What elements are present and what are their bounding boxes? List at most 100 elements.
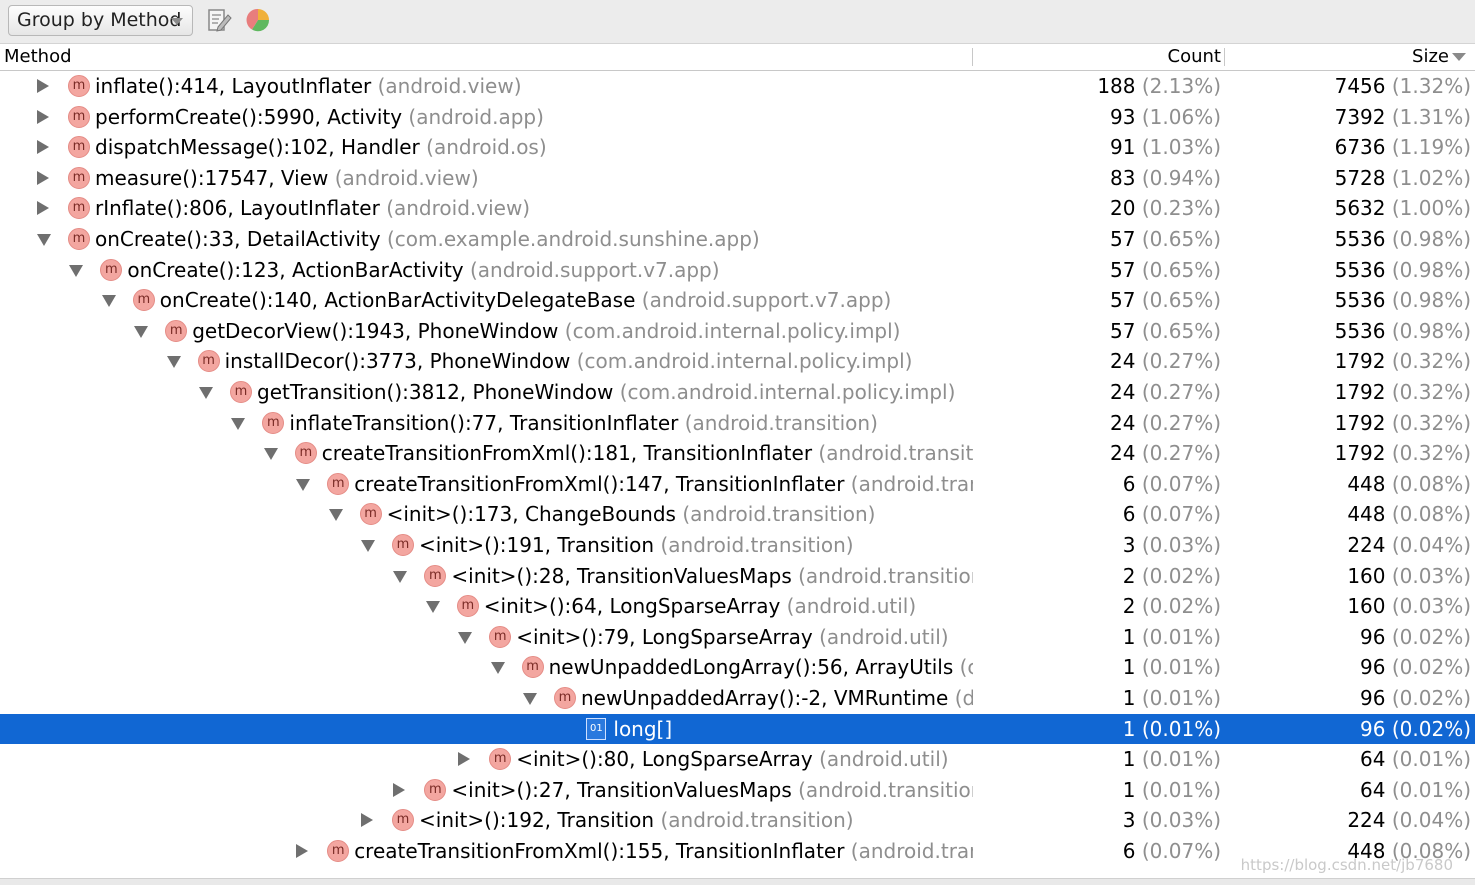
size-percent: (0.32%) (1391, 380, 1471, 404)
collapse-triangle-icon[interactable] (37, 140, 49, 154)
tree-row[interactable]: m dispatchMessage():102, Handler (android… (0, 132, 1475, 162)
count-value: 24 (1110, 349, 1136, 373)
allocation-tree: m inflate():414, LayoutInflater (android.… (0, 71, 1475, 885)
collapse-triangle-icon[interactable] (393, 783, 406, 797)
expand-triangle-icon[interactable] (69, 265, 84, 277)
tree-row[interactable]: m <init>():27, TransitionValuesMaps (andr… (0, 775, 1475, 805)
method-label: <init>():64, LongSparseArray (android.ut… (484, 591, 916, 621)
size-value: 224 (1347, 808, 1386, 832)
tree-row[interactable]: m <init>():192, Transition (android.trans… (0, 805, 1475, 835)
method-name: onCreate():140, ActionBarActivityDelegat… (159, 288, 636, 312)
method-icon: m (68, 167, 90, 189)
collapse-triangle-icon[interactable] (37, 201, 49, 215)
tree-row[interactable]: m <init>():64, LongSparseArray (android.u… (0, 591, 1475, 621)
tree-row[interactable]: m inflateTransition():77, TransitionInfla… (0, 408, 1475, 438)
column-header-method[interactable]: Method (4, 44, 72, 70)
package-name: (android.transition) (660, 808, 854, 832)
expand-triangle-icon[interactable] (393, 571, 408, 583)
tree-row[interactable]: m inflate():414, LayoutInflater (android.… (0, 71, 1475, 101)
method-icon: m (262, 412, 285, 434)
method-icon: m (456, 595, 479, 617)
tree-row[interactable]: m performCreate():5990, Activity (android… (0, 102, 1475, 132)
method-cell: m createTransitionFromXml():155, Transiti… (0, 836, 973, 866)
expand-triangle-icon[interactable] (37, 234, 51, 246)
tree-row[interactable]: m onCreate():140, ActionBarActivityDelega… (0, 285, 1475, 315)
method-cell: mnewUnpaddedArray():-2, VMRuntime (dalv (0, 683, 973, 713)
count-percent: (2.13%) (1141, 74, 1221, 98)
count-value: 1 (1122, 778, 1136, 802)
collapse-triangle-icon[interactable] (361, 813, 373, 827)
collapse-triangle-icon[interactable] (37, 79, 49, 93)
tree-row[interactable]: m onCreate():33, DetailActivity (com.exam… (0, 224, 1475, 254)
expand-triangle-icon[interactable] (166, 356, 181, 368)
column-header-size[interactable]: Size (1412, 44, 1449, 70)
expand-triangle-icon[interactable] (458, 632, 473, 644)
tree-row[interactable]: m <init>():80, LongSparseArray (android.u… (0, 744, 1475, 774)
tree-row[interactable]: m <init>():191, Transition (android.trans… (0, 530, 1475, 560)
sort-descending-icon[interactable] (1452, 53, 1466, 61)
tree-row[interactable]: m measure():17547, View (android.view) 83 … (0, 163, 1475, 193)
tree-row[interactable]: mnewUnpaddedArray():-2, VMRuntime (dalv 1… (0, 683, 1475, 713)
tree-row[interactable]: m newUnpaddedLongArray():56, ArrayUtils (… (0, 652, 1475, 682)
tree-row[interactable]: m <init>():79, LongSparseArray (android.u… (0, 622, 1475, 652)
size-value: 5536 (1334, 319, 1386, 343)
expand-triangle-icon[interactable] (425, 601, 440, 613)
count-cell: 1 (0.01%) (1123, 622, 1221, 652)
size-cell: 224 (0.04%) (1347, 805, 1471, 835)
count-value: 3 (1122, 533, 1136, 557)
tree-row[interactable]: m installDecor():3773, PhoneWindow (com.a… (0, 346, 1475, 376)
method-icon: m (68, 197, 90, 219)
group-by-dropdown[interactable]: Group by Method (8, 5, 193, 36)
column-divider[interactable] (972, 48, 973, 66)
expand-triangle-icon[interactable] (134, 326, 149, 338)
expand-triangle-icon[interactable] (231, 418, 246, 430)
count-value: 3 (1122, 808, 1136, 832)
tree-row[interactable]: m getTransition():3812, PhoneWindow (com.… (0, 377, 1475, 407)
count-value: 2 (1122, 594, 1136, 618)
package-name: (com.android.internal.policy.impl) (564, 319, 901, 343)
collapse-triangle-icon[interactable] (37, 110, 49, 124)
method-name: createTransitionFromXml():147, Transitio… (354, 472, 845, 496)
tree-row[interactable]: m onCreate():123, ActionBarActivity (andr… (0, 255, 1475, 285)
method-label: <init>():191, Transition (android.transi… (419, 530, 854, 560)
count-percent: (0.07%) (1141, 839, 1221, 863)
tree-row[interactable]: m createTransitionFromXml():181, Transiti… (0, 438, 1475, 468)
expand-triangle-icon[interactable] (328, 509, 343, 521)
tree-row[interactable]: 01 long[] 1 (0.01%) 96 (0.02%) (0, 714, 1475, 744)
size-percent: (0.01%) (1391, 747, 1471, 771)
collapse-triangle-icon[interactable] (37, 171, 49, 185)
method-cell: m getDecorView():1943, PhoneWindow (com.a… (0, 316, 973, 346)
method-icon: m (327, 473, 350, 495)
count-percent: (0.01%) (1141, 655, 1221, 679)
size-percent: (0.32%) (1391, 441, 1471, 465)
pie-chart-icon[interactable] (244, 6, 272, 34)
expand-triangle-icon[interactable] (361, 540, 375, 552)
tree-row[interactable]: m createTransitionFromXml():147, Transiti… (0, 469, 1475, 499)
collapse-triangle-icon[interactable] (458, 752, 471, 766)
tree-row[interactable]: m <init>():28, TransitionValuesMaps (andr… (0, 561, 1475, 591)
tree-row[interactable]: m getDecorView():1943, PhoneWindow (com.a… (0, 316, 1475, 346)
size-value: 64 (1360, 747, 1386, 771)
collapse-triangle-icon[interactable] (296, 844, 309, 858)
expand-triangle-icon[interactable] (296, 479, 311, 491)
horizontal-scrollbar[interactable] (0, 878, 1475, 885)
expand-triangle-icon[interactable] (101, 295, 116, 307)
method-label: inflateTransition():77, TransitionInflat… (289, 408, 878, 438)
count-percent: (0.27%) (1141, 349, 1221, 373)
package-name: (android.transition) (660, 533, 854, 557)
tree-row[interactable]: m rInflate():806, LayoutInflater (android… (0, 193, 1475, 223)
package-name: (android.transitic (850, 472, 973, 496)
count-percent: (0.27%) (1141, 380, 1221, 404)
edit-filter-icon[interactable] (205, 6, 233, 34)
method-icon: m (100, 259, 123, 281)
expand-triangle-icon[interactable] (199, 387, 213, 399)
expand-triangle-icon[interactable] (263, 448, 278, 460)
column-header-count[interactable]: Count (1168, 44, 1221, 70)
count-value: 188 (1097, 74, 1136, 98)
tree-row[interactable]: m <init>():173, ChangeBounds (android.tra… (0, 499, 1475, 529)
count-cell: 2 (0.02%) (1123, 591, 1221, 621)
column-divider[interactable] (1224, 48, 1225, 66)
size-cell: 5536 (0.98%) (1335, 224, 1471, 254)
expand-triangle-icon[interactable] (490, 662, 505, 674)
expand-triangle-icon[interactable] (523, 693, 537, 705)
